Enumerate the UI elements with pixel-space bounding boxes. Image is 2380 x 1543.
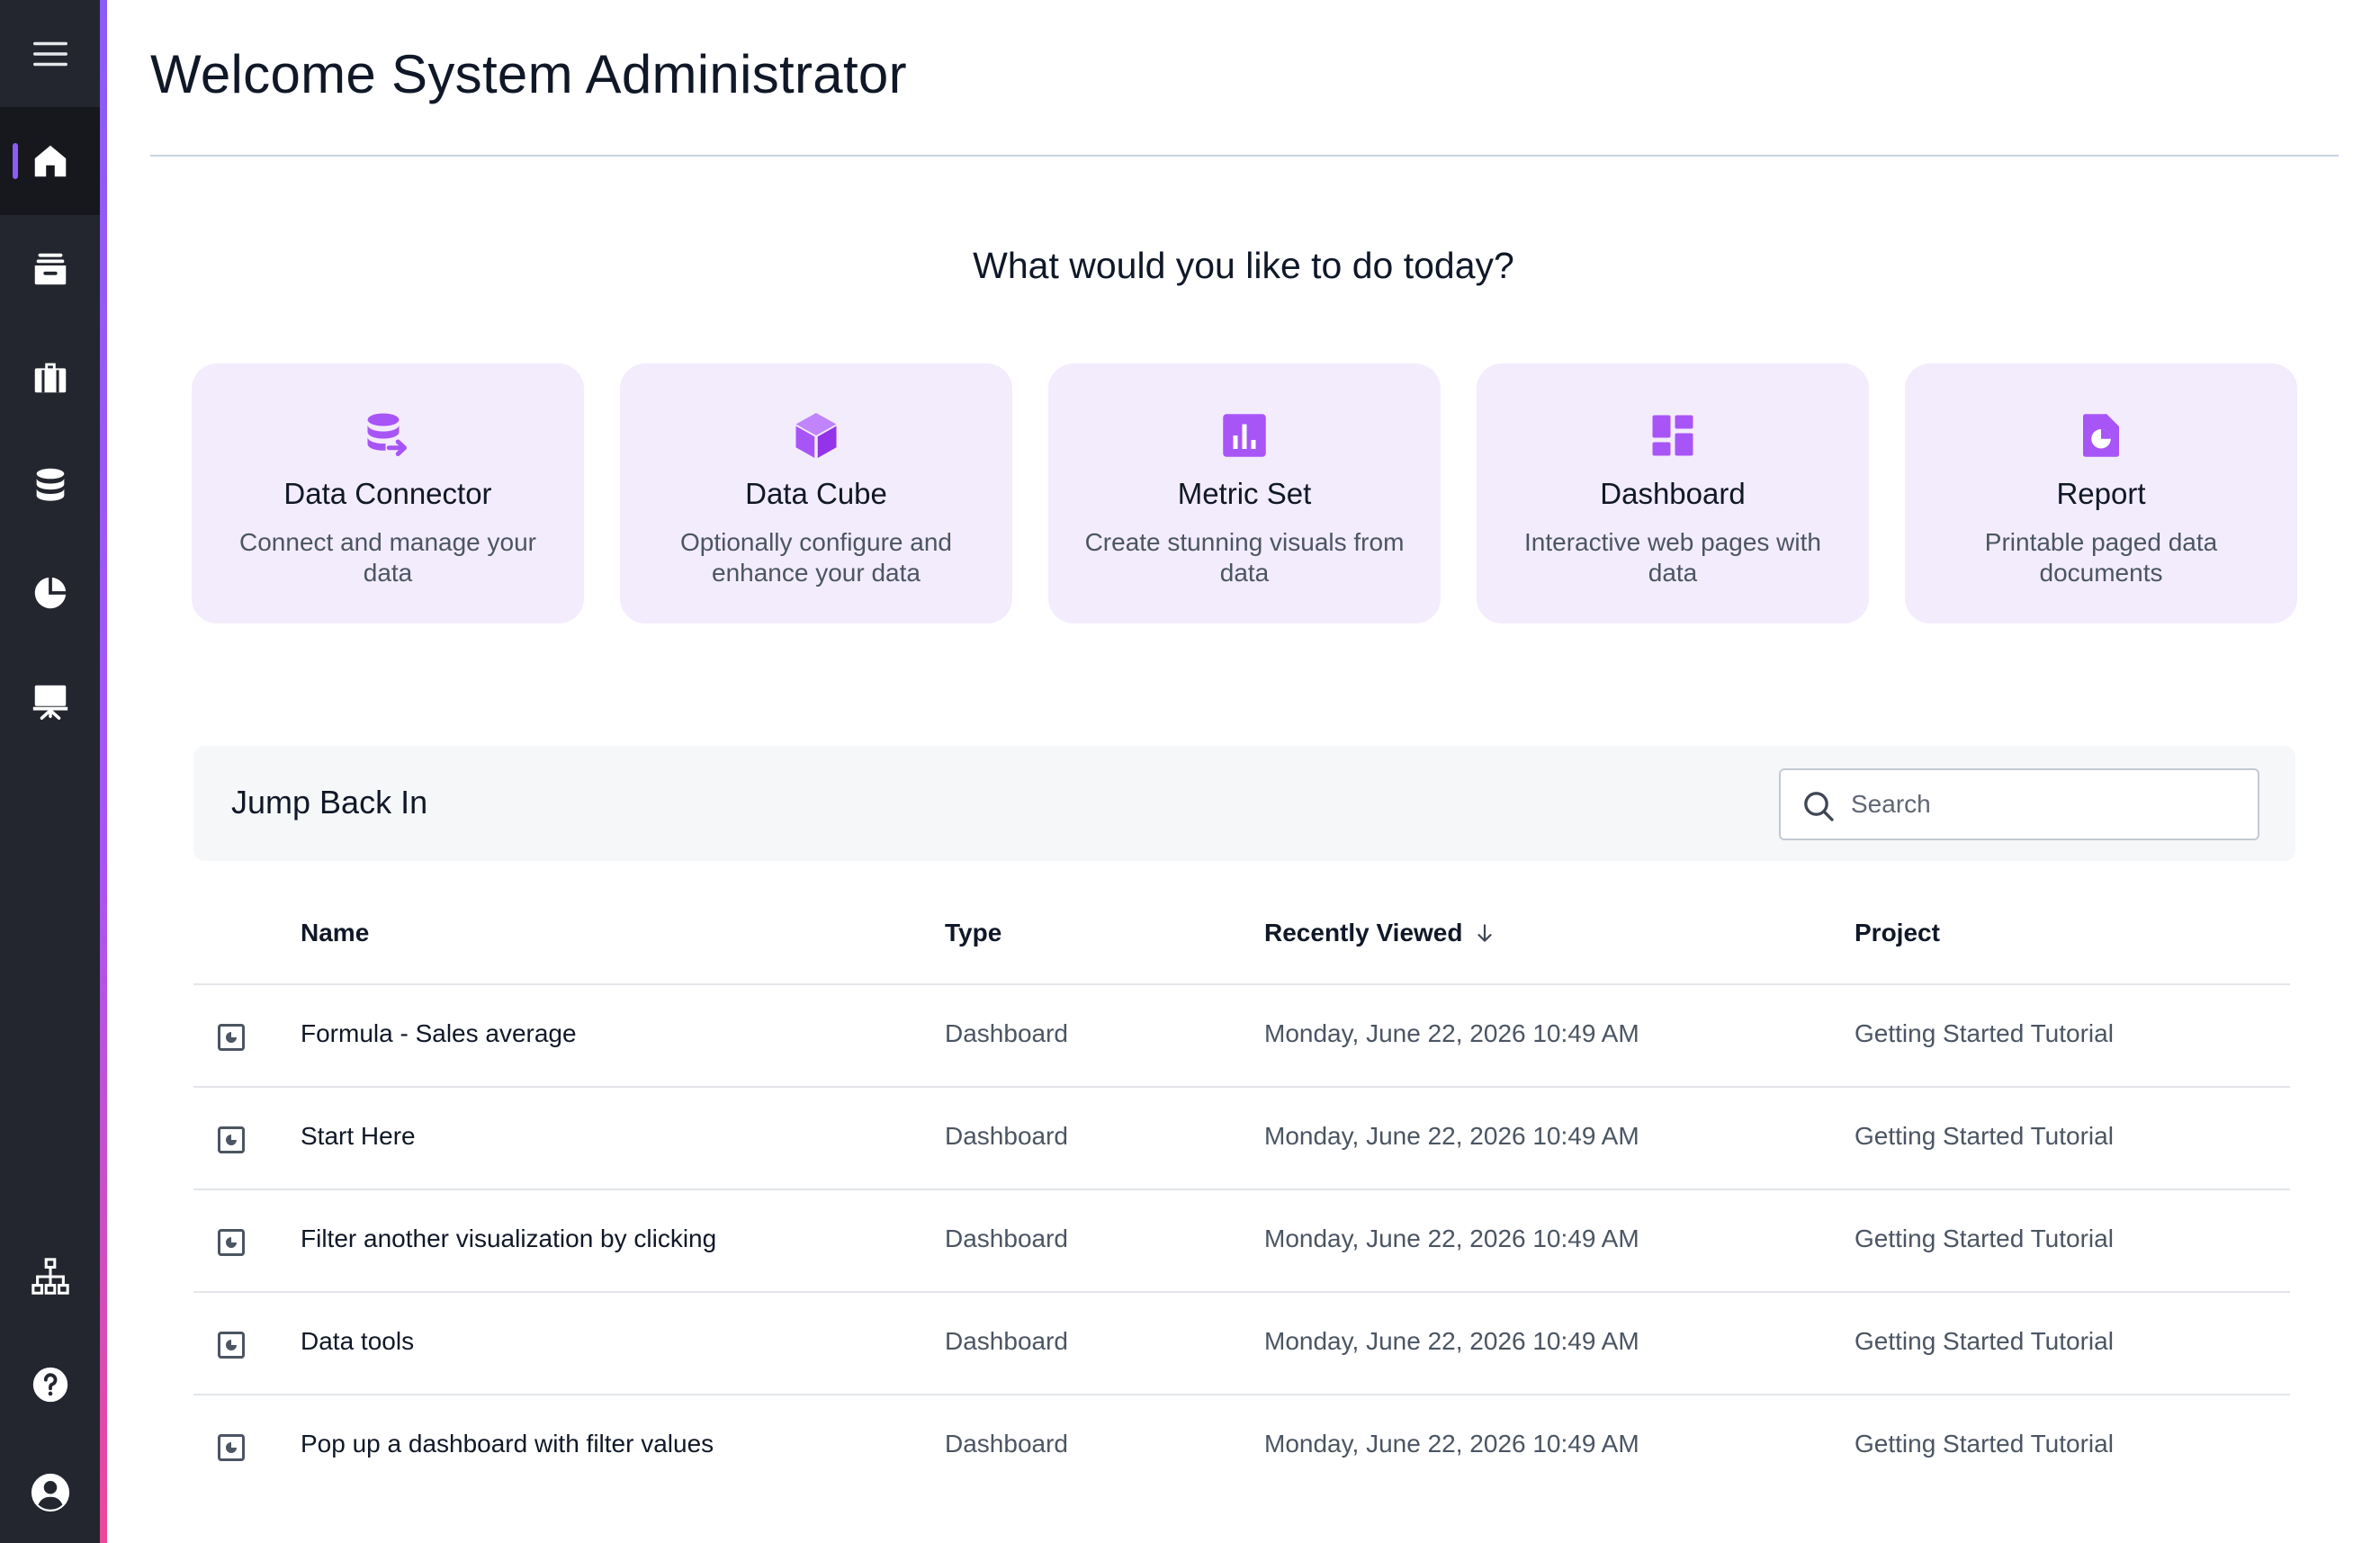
dashboard-item-icon [218, 1332, 245, 1359]
card-report[interactable]: Report Printable paged data documents [1905, 363, 2297, 623]
card-description: Connect and manage your data [239, 528, 536, 587]
row-type: Dashboard [945, 1122, 1068, 1150]
table-row[interactable]: Start Here Dashboard Monday, June 22, 20… [193, 1088, 2290, 1190]
search-input[interactable] [1851, 785, 2238, 824]
row-recently-viewed: Monday, June 22, 2026 10:49 AM [1264, 1225, 1639, 1252]
table-header: Name Type Recently Viewed Project [193, 886, 2290, 985]
report-document-icon [2083, 414, 2119, 457]
dashboard-item-icon [218, 1434, 245, 1461]
briefcase-icon [34, 363, 66, 393]
column-header-name[interactable]: Name [301, 919, 369, 947]
column-header-recently-viewed[interactable]: Recently Viewed [1264, 919, 1496, 947]
card-description: Printable paged data documents [1984, 528, 2218, 587]
active-indicator [13, 143, 18, 179]
card-title: Data Cube [745, 477, 887, 510]
card-title: Metric Set [1177, 477, 1312, 510]
row-recently-viewed: Monday, June 22, 2026 10:49 AM [1264, 1430, 1639, 1458]
row-name[interactable]: Pop up a dashboard with filter values [301, 1430, 714, 1458]
sidebar [0, 0, 100, 1543]
row-project: Getting Started Tutorial [1855, 1430, 2114, 1458]
home-icon [34, 145, 66, 177]
jump-back-in-header: Jump Back In [193, 746, 2295, 861]
row-recently-viewed: Monday, June 22, 2026 10:49 AM [1264, 1327, 1639, 1355]
hamburger-menu-icon [32, 41, 67, 67]
main-content: Welcome System Administrator What would … [107, 0, 2380, 1543]
search-icon [1804, 792, 1834, 821]
sidebar-item-data[interactable] [0, 431, 100, 539]
recent-items-table: Name Type Recently Viewed Project Formul… [193, 886, 2290, 1498]
dashboard-item-icon [218, 1229, 245, 1256]
row-type: Dashboard [945, 1225, 1068, 1252]
table-row[interactable]: Pop up a dashboard with filter values Da… [193, 1395, 2290, 1498]
row-recently-viewed: Monday, June 22, 2026 10:49 AM [1264, 1019, 1639, 1047]
row-type: Dashboard [945, 1430, 1068, 1458]
inbox-icon [34, 253, 66, 285]
row-name[interactable]: Filter another visualization by clicking [301, 1225, 716, 1253]
column-header-label: Recently Viewed [1264, 919, 1463, 946]
row-project: Getting Started Tutorial [1855, 1019, 2114, 1047]
action-prompt: What would you like to do today? [973, 245, 1514, 286]
table-row[interactable]: Data tools Dashboard Monday, June 22, 20… [193, 1293, 2290, 1395]
section-title: Jump Back In [231, 784, 428, 821]
presentation-icon [32, 685, 67, 720]
sidebar-item-analytics[interactable] [0, 539, 100, 647]
cube-icon [795, 413, 837, 458]
card-metric-set[interactable]: Metric Set Create stunning visuals from … [1048, 363, 1441, 623]
sidebar-item-presentation[interactable] [0, 647, 100, 755]
app-window: Welcome System Administrator What would … [0, 0, 2380, 1543]
card-title: Data Connector [283, 477, 492, 510]
help-icon [32, 1367, 67, 1403]
card-description: Interactive web pages with data [1524, 528, 1821, 587]
sitemap-icon [31, 1258, 69, 1295]
menu-toggle-button[interactable] [0, 0, 100, 108]
database-icon [36, 468, 64, 501]
bar-chart-icon [1223, 414, 1266, 457]
card-data-cube[interactable]: Data Cube Optionally configure and enhan… [620, 363, 1012, 623]
dashboard-item-icon [218, 1024, 245, 1051]
sidebar-accent-strip [100, 0, 107, 1543]
dashboard-item-icon [218, 1126, 245, 1153]
column-header-project[interactable]: Project [1855, 919, 1940, 947]
database-connector-icon [367, 413, 407, 456]
page-title: Welcome System Administrator [150, 44, 907, 104]
column-header-type[interactable]: Type [945, 919, 1001, 947]
card-dashboard[interactable]: Dashboard Interactive web pages with dat… [1477, 363, 1869, 623]
sidebar-item-account[interactable] [0, 1439, 100, 1543]
table-row[interactable]: Filter another visualization by clicking… [193, 1190, 2290, 1293]
search-box[interactable] [1779, 768, 2259, 840]
sort-descending-icon [1477, 924, 1493, 942]
sidebar-item-inbox[interactable] [0, 215, 100, 323]
row-type: Dashboard [945, 1019, 1068, 1047]
card-title: Dashboard [1600, 477, 1746, 510]
sidebar-item-hierarchy[interactable] [0, 1223, 100, 1331]
title-divider [150, 155, 2339, 157]
card-description: Create stunning visuals from data [1084, 528, 1405, 587]
row-name[interactable]: Formula - Sales average [301, 1019, 577, 1048]
table-row[interactable]: Formula - Sales average Dashboard Monday… [193, 985, 2290, 1088]
row-name[interactable]: Data tools [301, 1327, 414, 1356]
card-data-connector[interactable]: Data Connector Connect and manage your d… [192, 363, 584, 623]
dashboard-grid-icon [1652, 415, 1693, 456]
pie-chart-icon [34, 577, 66, 609]
sidebar-item-projects[interactable] [0, 323, 100, 431]
card-description: Optionally configure and enhance your da… [680, 528, 952, 587]
row-type: Dashboard [945, 1327, 1068, 1355]
row-recently-viewed: Monday, June 22, 2026 10:49 AM [1264, 1122, 1639, 1150]
row-project: Getting Started Tutorial [1855, 1122, 2114, 1150]
sidebar-item-home[interactable] [0, 107, 100, 215]
row-name[interactable]: Start Here [301, 1122, 416, 1151]
row-project: Getting Started Tutorial [1855, 1225, 2114, 1252]
card-title: Report [2056, 477, 2146, 510]
row-project: Getting Started Tutorial [1855, 1327, 2114, 1355]
user-account-icon [31, 1473, 69, 1512]
sidebar-item-help[interactable] [0, 1331, 100, 1439]
